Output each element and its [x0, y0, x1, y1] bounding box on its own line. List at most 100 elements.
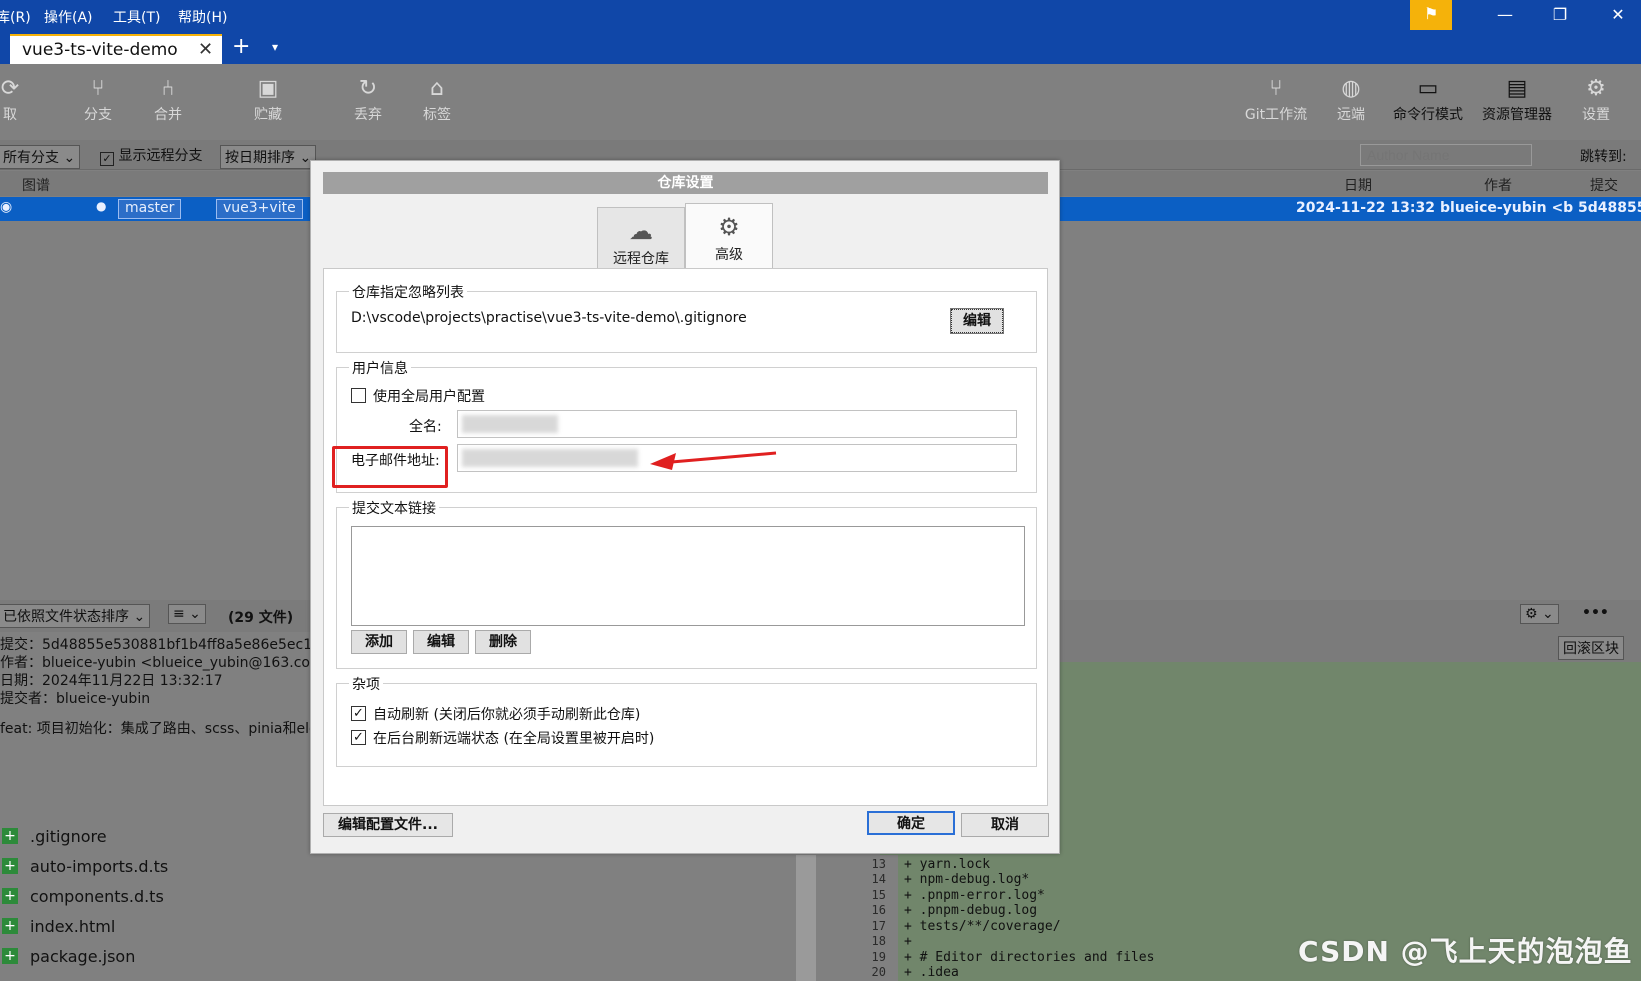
- gitflow-button[interactable]: ⑂ Git工作流: [1236, 74, 1316, 124]
- diff-line: + .pnpm-error.log*: [904, 888, 1045, 903]
- added-icon: +: [2, 888, 18, 904]
- flag-icon[interactable]: ⚑: [1410, 0, 1452, 30]
- commit-links-list[interactable]: [351, 526, 1025, 626]
- file-row[interactable]: + package.json: [0, 942, 820, 972]
- edit-link-button[interactable]: 编辑: [413, 630, 469, 654]
- commit-date: 2024-11-22 13:32: [1296, 200, 1435, 216]
- misc-group: 杂项 ✓ 自动刷新 (关闭后你就必须手动刷新此仓库) ✓ 在后台刷新远端状态 (…: [336, 674, 1037, 767]
- file-row[interactable]: + auto-imports.d.ts: [0, 852, 820, 882]
- tab-close-icon[interactable]: ✕: [198, 39, 213, 60]
- stash-button[interactable]: ▣ 贮藏: [248, 74, 288, 124]
- revert-hunk-button[interactable]: 回滚区块: [1558, 636, 1624, 660]
- diff-line: + yarn.lock: [904, 857, 991, 872]
- tag-button[interactable]: ⌂ 标签: [417, 74, 457, 124]
- added-icon: +: [2, 948, 18, 964]
- bg-refresh-checkbox[interactable]: ✓: [351, 730, 366, 745]
- ignore-path: D:\vscode\projects\practise\vue3-ts-vite…: [351, 310, 747, 326]
- branch-filter-dropdown[interactable]: 所有分支 ⌄: [0, 145, 81, 169]
- tag-icon: ⌂: [430, 76, 444, 101]
- fullname-field[interactable]: [457, 410, 1017, 438]
- auto-refresh-checkbox[interactable]: ✓: [351, 706, 366, 721]
- detail-committer: 提交者：blueice-yubin: [0, 691, 151, 707]
- added-icon: +: [2, 828, 18, 844]
- gitflow-icon: ⑂: [1269, 76, 1283, 101]
- tab-menu-chevron-icon[interactable]: ▾: [272, 40, 278, 54]
- diff-line: + npm-debug.log*: [904, 872, 1030, 887]
- cancel-button[interactable]: 取消: [961, 813, 1049, 837]
- tab-repo[interactable]: vue3-ts-vite-demo ✕: [10, 34, 222, 64]
- detail-message: feat: 项目初始化：集成了路由、scss、pinia和eleme: [0, 721, 340, 737]
- auto-refresh-label: 自动刷新 (关闭后你就必须手动刷新此仓库): [373, 707, 641, 723]
- show-remote-checkbox[interactable]: ✓ 显示远程分支: [100, 145, 202, 166]
- menu-help[interactable]: 帮助(H): [178, 7, 227, 27]
- restore-button[interactable]: ❐: [1545, 5, 1575, 24]
- branch-tag-remote[interactable]: vue3+vite: [216, 199, 303, 219]
- stash-icon: ▣: [257, 76, 279, 101]
- delete-link-button[interactable]: 删除: [475, 630, 531, 654]
- watermark: CSDN @飞上天的泡泡鱼: [1298, 935, 1633, 968]
- diff-header: 回滚区块: [1060, 632, 1641, 662]
- menu-bar: 库(R) 操作(A) 工具(T) 帮助(H) ⚑ — ❐ ✕: [0, 0, 1641, 32]
- added-icon: +: [2, 918, 18, 934]
- edit-ignore-button[interactable]: 编辑: [951, 309, 1003, 333]
- explorer-button[interactable]: ▤ 资源管理器: [1477, 74, 1557, 124]
- fullname-label: 全名:: [409, 419, 442, 435]
- terminal-icon: ▭: [1417, 76, 1439, 101]
- commit-links-group: 提交文本链接 添加 编辑 删除: [336, 498, 1037, 669]
- close-window-button[interactable]: ✕: [1603, 5, 1633, 24]
- col-date[interactable]: 日期: [1344, 175, 1372, 195]
- diff-options-gear-icon[interactable]: ⚙ ⌄: [1520, 604, 1559, 624]
- col-commit[interactable]: 提交: [1590, 175, 1618, 195]
- merge-button[interactable]: ⑃ 合并: [148, 74, 188, 124]
- use-global-label: 使用全局用户配置: [373, 389, 485, 405]
- file-sort-dropdown[interactable]: 已依照文件状态排序 ⌄: [0, 604, 151, 628]
- add-tab-button[interactable]: +: [232, 34, 250, 59]
- minimize-button[interactable]: —: [1490, 5, 1520, 24]
- diff-line: +: [904, 934, 912, 949]
- branch-tag-master[interactable]: master: [118, 199, 182, 219]
- fetch-button[interactable]: ⟳ 取: [0, 74, 30, 124]
- tab-remote[interactable]: ☁ 远程仓库: [597, 207, 685, 269]
- view-mode-dropdown[interactable]: ≡ ⌄: [168, 604, 206, 624]
- tab-label: vue3-ts-vite-demo: [22, 40, 178, 60]
- show-remote-label: 显示远程分支: [118, 148, 203, 164]
- diff-line: + .idea: [904, 965, 959, 980]
- commit-hash: 5d48855: [1578, 200, 1641, 216]
- use-global-checkbox[interactable]: [351, 388, 366, 403]
- remote-icon: ◍: [1341, 76, 1361, 101]
- menu-actions[interactable]: 操作(A): [44, 7, 93, 27]
- add-link-button[interactable]: 添加: [351, 630, 407, 654]
- discard-button[interactable]: ↻ 丢弃: [348, 74, 388, 124]
- file-row[interactable]: + index.html: [0, 912, 820, 942]
- commit-author: blueice-yubin <b: [1440, 200, 1574, 216]
- remote-button[interactable]: ◍ 远端: [1330, 74, 1372, 124]
- branch-button[interactable]: ⑂ 分支: [78, 74, 118, 124]
- toolbar: ⟳ 取 ⑂ 分支 ⑃ 合并 ▣ 贮藏 ↻ 丢弃 ⌂ 标签 ⑂ Git工作流 ◍ 远端 ▭ 命令行模…: [0, 64, 1641, 140]
- edit-config-button[interactable]: 编辑配置文件...: [323, 813, 453, 837]
- menu-repository[interactable]: 库(R): [0, 7, 31, 27]
- fetch-icon: ⟳: [0, 76, 20, 101]
- tab-advanced[interactable]: ⚙ 高级: [685, 203, 773, 271]
- ok-button[interactable]: 确定: [867, 811, 955, 835]
- red-arrow-icon: [650, 451, 777, 470]
- col-graph[interactable]: 图谱: [22, 175, 50, 195]
- added-icon: +: [2, 858, 18, 874]
- gear-icon: ⚙: [718, 213, 740, 241]
- menu-tools[interactable]: 工具(T): [113, 7, 160, 27]
- branch-icon: ⑂: [91, 76, 105, 101]
- file-list-scrollbar[interactable]: [796, 855, 816, 981]
- repo-settings-dialog: 仓库设置 ☁ 远程仓库 ⚙ 高级 仓库指定忽略列表 D:\vscode\proj…: [310, 160, 1060, 854]
- settings-button[interactable]: ⚙ 设置: [1575, 74, 1617, 124]
- terminal-button[interactable]: ▭ 命令行模式: [1388, 74, 1468, 124]
- author-search-input[interactable]: [1360, 144, 1532, 166]
- graph-node-icon: ◉: [0, 199, 13, 215]
- advanced-panel: 仓库指定忽略列表 D:\vscode\projects\practise\vue…: [323, 268, 1048, 806]
- more-options-icon[interactable]: •••: [1582, 605, 1609, 621]
- file-row[interactable]: + components.d.ts: [0, 882, 820, 912]
- merge-icon: ⑃: [161, 76, 175, 101]
- sort-dropdown[interactable]: 按日期排序 ⌄: [220, 145, 317, 169]
- diff-line: + .pnpm-debug.log: [904, 903, 1038, 918]
- dialog-title: 仓库设置: [323, 172, 1048, 194]
- col-author[interactable]: 作者: [1484, 175, 1512, 195]
- file-count: (29 文件): [228, 610, 294, 626]
